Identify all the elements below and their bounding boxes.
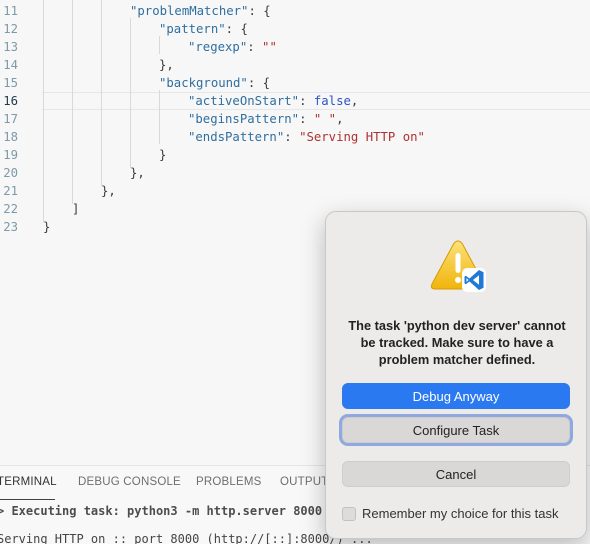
indent-guide	[72, 0, 73, 204]
code-line: 20},	[0, 164, 590, 182]
active-tab-indicator	[0, 499, 55, 500]
task-warning-dialog: The task 'python dev server' cannot be t…	[325, 211, 587, 539]
cancel-button[interactable]: Cancel	[342, 461, 570, 487]
remember-choice-row[interactable]: Remember my choice for this task	[342, 505, 582, 523]
code-text: "endsPattern": "Serving HTTP on"	[188, 130, 425, 144]
line-number: 17	[3, 112, 18, 126]
code-text: "regexp": ""	[188, 40, 277, 54]
code-line: 12 "pattern": {	[0, 20, 590, 38]
line-number: 19	[3, 148, 18, 162]
dialog-message: The task 'python dev server' cannot be t…	[348, 318, 566, 367]
debug-anyway-button[interactable]: Debug Anyway	[342, 383, 570, 409]
code-text: "pattern": {	[159, 22, 248, 36]
code-line: 18 "endsPattern": "Serving HTTP on"	[0, 128, 590, 146]
code-line: 21},	[0, 182, 590, 200]
code-line: 17 "beginsPattern": " ",	[0, 110, 590, 128]
line-number: 20	[3, 166, 18, 180]
line-number: 16	[3, 94, 18, 108]
line-number: 21	[3, 184, 18, 198]
code-line: 16 "activeOnStart": false,	[0, 92, 590, 110]
code-line: 11 "problemMatcher": {	[0, 2, 590, 20]
tab-problems[interactable]: PROBLEMS	[196, 476, 262, 488]
code-line: 13 "regexp": ""	[0, 38, 590, 56]
remember-choice-checkbox[interactable]	[342, 507, 356, 521]
code-line: 15 "background": {	[0, 74, 590, 92]
tab-debug-console[interactable]: DEBUG CONSOLE	[78, 476, 181, 488]
code-text: }	[159, 148, 167, 162]
code-text: "activeOnStart": false,	[188, 94, 359, 108]
line-number: 13	[3, 40, 18, 54]
code-text: "beginsPattern": " ",	[188, 112, 344, 126]
remember-choice-label: Remember my choice for this task	[362, 506, 559, 521]
line-number: 18	[3, 130, 18, 144]
terminal-line-serving: Serving HTTP on :: port 8000 (http://[::…	[0, 532, 373, 544]
indent-guide	[43, 0, 44, 222]
terminal-line-executing: > Executing task: python3 -m http.server…	[0, 504, 337, 518]
configure-task-button[interactable]: Configure Task	[342, 417, 570, 443]
indent-guide	[130, 18, 131, 168]
vscode-icon	[462, 268, 486, 292]
code-line: 14},	[0, 56, 590, 74]
line-number: 22	[3, 202, 18, 216]
code-text: },	[130, 166, 145, 180]
code-text: "problemMatcher": {	[130, 4, 271, 18]
line-number: 14	[3, 58, 18, 72]
line-number: 11	[3, 4, 18, 18]
indent-guide	[159, 36, 160, 54]
line-number: 15	[3, 76, 18, 90]
code-text: },	[101, 184, 116, 198]
code-text: ]	[72, 202, 80, 216]
code-text: }	[43, 220, 51, 234]
code-text: },	[159, 58, 174, 72]
line-number: 23	[3, 220, 18, 234]
tab-output[interactable]: OUTPUT	[280, 476, 328, 488]
code-line: 19}	[0, 146, 590, 164]
code-text: "background": {	[159, 76, 271, 90]
tab-terminal[interactable]: TERMINAL	[0, 476, 57, 488]
indent-guide	[101, 0, 102, 186]
line-number: 12	[3, 22, 18, 36]
indent-guide	[159, 90, 160, 144]
